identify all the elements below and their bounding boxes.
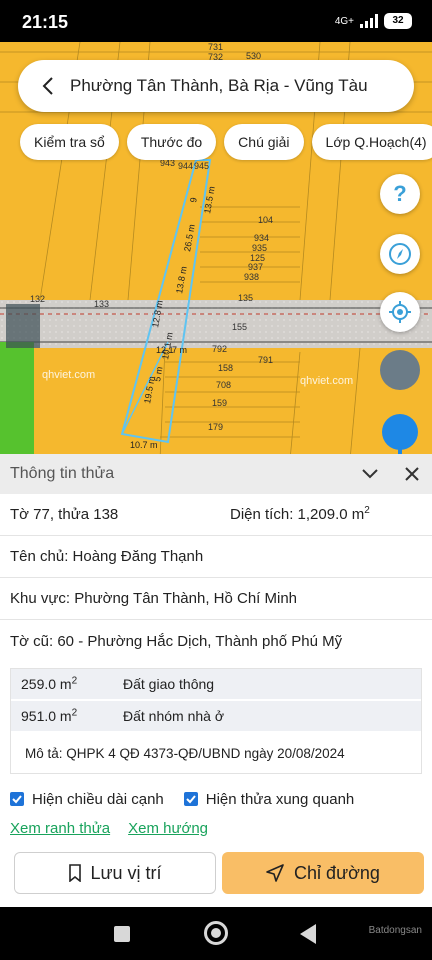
land-use-table: 259.0 m2 Đất giao thông 951.0 m2 Đất nhó… <box>10 668 422 774</box>
owner-row: Tên chủ: Hoàng Đăng Thạnh <box>0 536 432 578</box>
save-location-button[interactable]: Lưu vị trí <box>14 852 216 894</box>
land-use-type: Đất giao thông <box>123 676 215 692</box>
dimension-label: 10.7 m <box>130 440 158 450</box>
question-icon: ? <box>393 181 407 206</box>
status-time: 21:15 <box>22 12 69 32</box>
dimension-label: 7 m <box>172 345 187 355</box>
battery-icon: 32 <box>384 13 412 29</box>
lot-label: 159 <box>212 398 227 408</box>
lot-label: 158 <box>218 363 233 373</box>
dimension-label: 12.1 <box>156 345 174 355</box>
lot-label: 937 <box>248 262 263 272</box>
location-title: Phường Tân Thành, Bà Rịa - Vũng Tàu <box>70 76 368 95</box>
planning-layer-chip[interactable]: Lớp Q.Hoạch(4) <box>311 124 432 160</box>
map-watermark: qhviet.com <box>300 375 353 387</box>
chevron-left-icon <box>42 77 53 95</box>
lot-label: 935 <box>252 243 267 253</box>
collapse-button[interactable] <box>358 462 382 486</box>
lot-label: 133 <box>94 299 109 309</box>
show-edges-label[interactable]: Hiện chiều dài cạnh <box>32 791 164 808</box>
lot-label: 934 <box>254 233 269 243</box>
compass-icon <box>389 243 411 265</box>
area-value: Diện tích: 1,209.0 m2 <box>230 505 370 524</box>
crosshair-icon <box>389 301 411 323</box>
send-icon <box>266 864 284 882</box>
directions-button[interactable]: Chỉ đường <box>222 852 424 894</box>
old-sheet-row: Tờ cũ: 60 - Phường Hắc Dịch, Thành phố P… <box>10 632 343 650</box>
land-use-row: 951.0 m2 Đất nhóm nhà ở <box>11 701 421 733</box>
lot-label: 731 <box>208 42 223 52</box>
panel-title: Thông tin thửa <box>10 465 115 482</box>
show-neighbors-label[interactable]: Hiện thửa xung quanh <box>206 791 354 808</box>
back-button[interactable] <box>26 60 70 112</box>
parcel-info-panel: Thông tin thửa Tờ 77, thửa 138 Diện tích… <box>0 454 432 907</box>
ruler-chip[interactable]: Thước đo <box>126 124 217 160</box>
sheet-lot: Tờ 77, thửa 138 <box>10 506 119 523</box>
recents-button[interactable] <box>114 926 130 942</box>
status-bar: 21:15 4G+ 32 <box>0 0 432 42</box>
signal-icon <box>360 14 378 28</box>
land-use-area: 259.0 m2 <box>21 675 78 692</box>
region-row: Khu vực: Phường Tân Thành, Hồ Chí Minh <box>0 578 432 620</box>
system-nav-bar: Batdongsan <box>0 907 432 960</box>
links-row: Xem ranh thửa Xem hướng <box>0 820 432 837</box>
lot-label: 938 <box>244 272 259 282</box>
options-row: Hiện chiều dài cạnh Hiện thửa xung quanh <box>0 786 432 812</box>
action-buttons: Lưu vị trí Chỉ đường <box>14 852 424 894</box>
lot-label: 792 <box>212 344 227 354</box>
chevron-down-icon <box>362 469 378 479</box>
close-button[interactable] <box>400 462 424 486</box>
land-use-type: Đất nhóm nhà ở <box>123 708 225 724</box>
land-use-row: 259.0 m2 Đất giao thông <box>11 669 421 701</box>
view-direction-link[interactable]: Xem hướng <box>128 820 208 837</box>
check-icon <box>12 795 22 804</box>
lot-label: 945 <box>194 161 209 171</box>
my-location-button[interactable] <box>380 292 420 332</box>
compass-button[interactable] <box>380 234 420 274</box>
lot-label: 132 <box>30 294 45 304</box>
street-view-thumbnail[interactable] <box>380 350 420 390</box>
legend-chip[interactable]: Chú giải <box>224 124 304 160</box>
lot-label: 179 <box>208 422 223 432</box>
back-nav-button[interactable] <box>300 924 316 944</box>
show-neighbors-checkbox[interactable] <box>183 792 198 806</box>
panel-header: Thông tin thửa <box>0 454 432 494</box>
network-label: 4G+ <box>334 15 354 27</box>
lot-label: 944 <box>178 161 193 171</box>
status-icons: 4G+ 32 <box>335 13 412 29</box>
view-boundary-link[interactable]: Xem ranh thửa <box>10 820 110 837</box>
parcel-id-row: Tờ 77, thửa 138 Diện tích: 1,209.0 m2 <box>0 494 432 536</box>
lot-label: 135 <box>238 293 253 303</box>
lot-label: 155 <box>232 322 247 332</box>
home-button[interactable] <box>204 921 228 945</box>
tool-chips: Kiểm tra sổ Thước đo Chú giải Lớp Q.Hoạc… <box>20 124 432 160</box>
check-certificate-chip[interactable]: Kiểm tra sổ <box>20 124 119 160</box>
lot-label: 104 <box>258 215 273 225</box>
show-edges-checkbox[interactable] <box>10 792 24 806</box>
location-header: Phường Tân Thành, Bà Rịa - Vũng Tàu <box>18 60 414 112</box>
location-marker-icon[interactable] <box>382 414 418 450</box>
help-button[interactable]: ? <box>380 174 420 214</box>
planning-description: Mô tả: QHPK 4 QĐ 4373-QĐ/UBND ngày 20/08… <box>11 733 421 773</box>
brand-watermark: Batdongsan <box>368 925 422 936</box>
bookmark-icon <box>69 864 82 882</box>
map-watermark: qhviet.com <box>42 369 95 381</box>
close-icon <box>405 467 419 481</box>
land-use-area: 951.0 m2 <box>21 707 78 724</box>
lot-label: 708 <box>216 380 231 390</box>
lot-label: 791 <box>258 355 273 365</box>
check-icon <box>186 795 196 804</box>
